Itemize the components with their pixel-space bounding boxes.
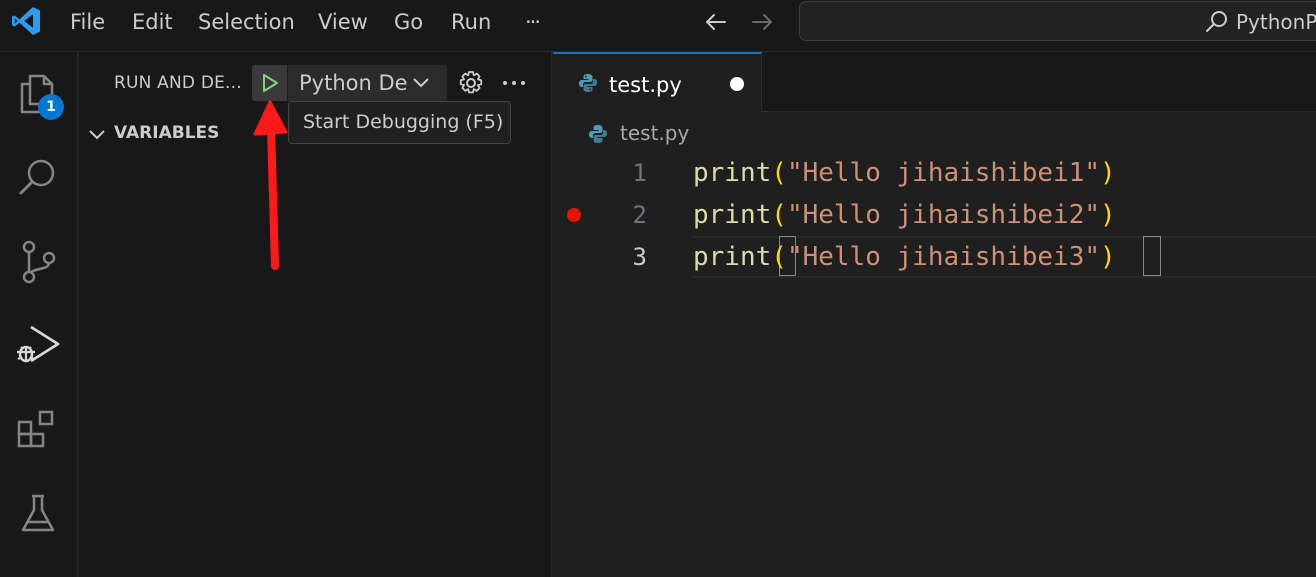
command-center-search[interactable]: PythonPr (799, 1, 1316, 41)
chevron-down-icon (413, 78, 429, 88)
unsaved-dot-icon[interactable] (730, 77, 744, 91)
chevron-down-icon (89, 130, 105, 140)
code-function: print (693, 200, 772, 230)
annotation-arrow-icon (253, 100, 288, 270)
code-string: "Hello jihaishibei1" (786, 158, 1101, 188)
code-text: print("Hello jihaishibei2") (693, 194, 1116, 236)
menu-go[interactable]: Go (394, 9, 423, 35)
testing-icon[interactable] (14, 490, 62, 538)
line-number: 2 (632, 201, 647, 229)
code-line[interactable]: 1 print("Hello jihaishibei1") (553, 152, 1316, 194)
sidebar-title: RUN AND DE... (114, 73, 242, 93)
code-line-current[interactable]: 3 print("Hello jihaishibei3") (553, 236, 1316, 278)
line-number: 3 (632, 243, 647, 271)
code-paren-close: ) (1100, 200, 1116, 230)
code-paren-open: ( (771, 242, 787, 272)
back-arrow-icon[interactable] (703, 9, 729, 35)
code-paren-close: ) (1100, 158, 1116, 188)
search-text: PythonPr (1236, 10, 1316, 34)
more-actions-icon[interactable] (501, 70, 527, 96)
line-number: 1 (632, 159, 647, 187)
tab-label: test.py (609, 73, 682, 97)
run-debug-icon[interactable] (14, 322, 62, 370)
code-function: print (693, 242, 772, 272)
menu-more-icon[interactable]: ··· (525, 9, 541, 35)
code-function: print (693, 158, 772, 188)
code-paren-close: ) (1100, 242, 1116, 272)
code-text: print("Hello jihaishibei1") (693, 152, 1116, 194)
vscode-logo-icon (12, 7, 40, 35)
explorer-badge: 1 (38, 94, 64, 120)
editor-area: test.py test.py 1 print("Hello jihaishib… (553, 52, 1316, 577)
tab-test-py[interactable]: test.py (553, 52, 762, 113)
menu-selection[interactable]: Selection (198, 9, 295, 35)
editor-tab-strip: test.py (553, 52, 1316, 113)
menu-run[interactable]: Run (451, 9, 491, 35)
search-icon (1206, 11, 1227, 32)
code-line[interactable]: 2 print("Hello jihaishibei2") (553, 194, 1316, 236)
code-string: "Hello jihaishibei2" (786, 200, 1101, 230)
launch-config-select[interactable]: Python De (289, 65, 447, 101)
code-string: "Hello jihaishibei3" (786, 242, 1101, 272)
code-text: print("Hello jihaishibei3") (693, 236, 1116, 278)
source-control-icon[interactable] (14, 238, 62, 286)
python-file-icon (589, 125, 607, 143)
breakpoint-icon[interactable] (567, 208, 581, 222)
code-paren-open: ( (771, 158, 787, 188)
menu-view[interactable]: View (318, 9, 368, 35)
title-bar: File Edit Selection View Go Run ··· Pyth… (0, 0, 1316, 52)
activity-bar: 1 (0, 52, 78, 577)
bracket-match-close (1143, 236, 1161, 276)
forward-arrow-icon[interactable] (749, 9, 775, 35)
search-icon[interactable] (14, 154, 62, 202)
menu-file[interactable]: File (70, 9, 105, 35)
breadcrumb-file[interactable]: test.py (620, 121, 689, 145)
menu-edit[interactable]: Edit (132, 9, 173, 35)
variables-section-label: VARIABLES (114, 123, 220, 143)
start-debugging-tooltip: Start Debugging (F5) (288, 101, 511, 144)
launch-config-name: Python De (299, 71, 408, 95)
code-paren-open: ( (771, 200, 787, 230)
extensions-icon[interactable] (14, 406, 62, 454)
gear-icon[interactable] (458, 70, 484, 96)
python-file-icon (579, 74, 597, 92)
